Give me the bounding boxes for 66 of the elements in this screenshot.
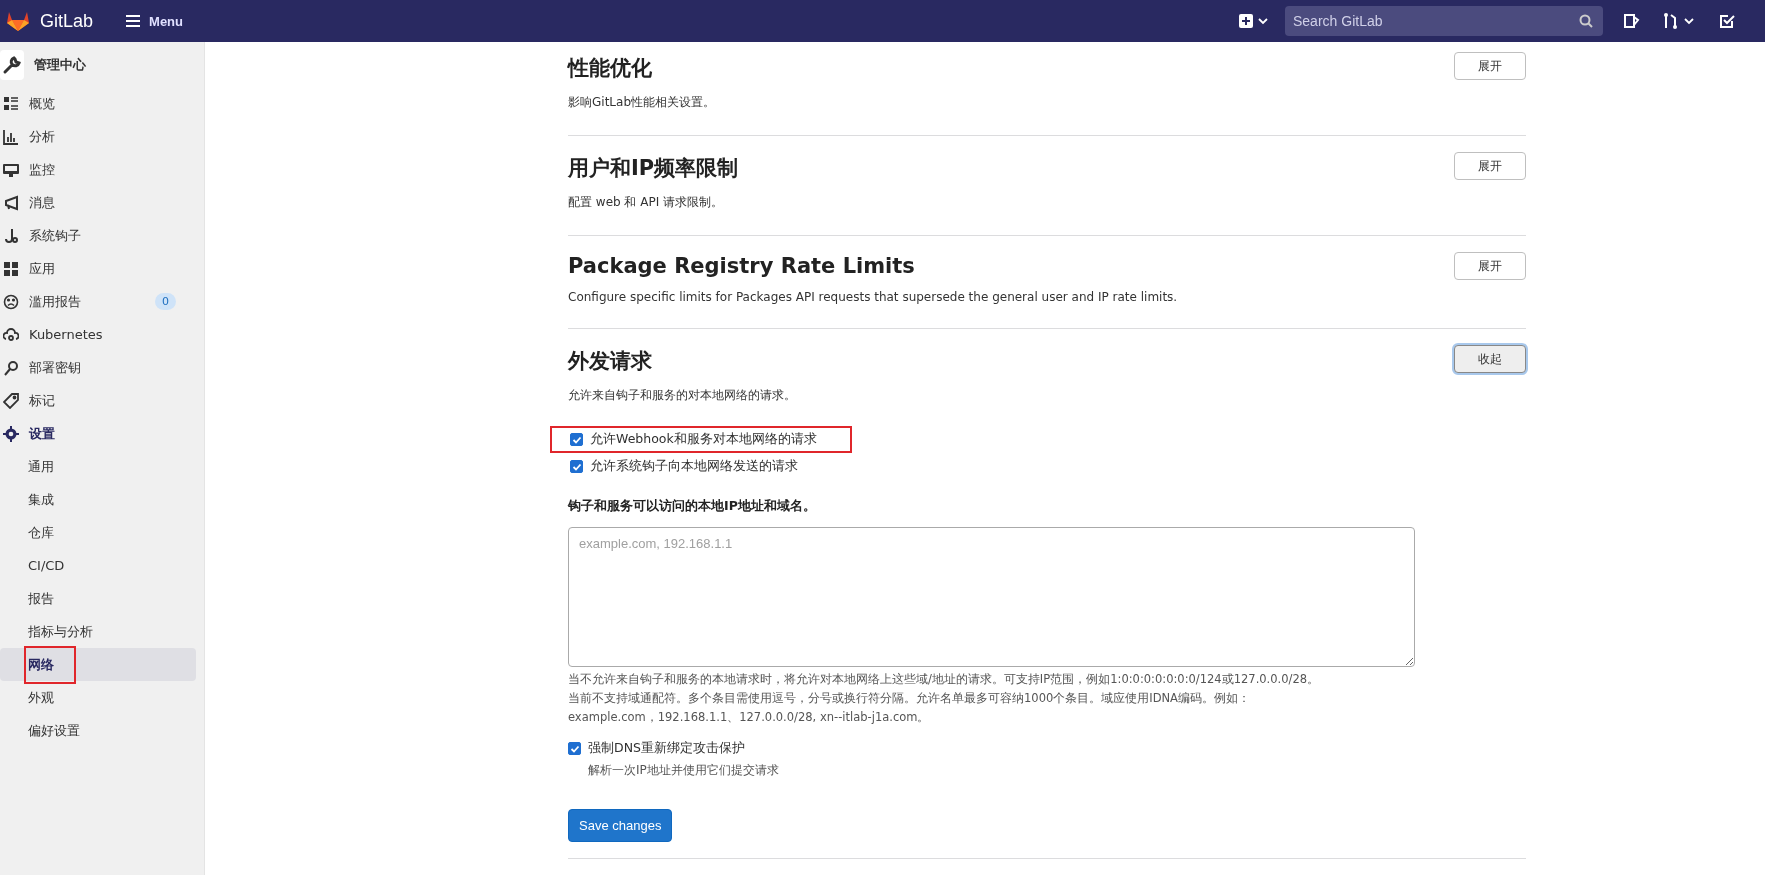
- apps-icon: [3, 260, 19, 277]
- sidebar-subitem[interactable]: CI/CD: [0, 549, 196, 582]
- sidebar-subitem[interactable]: 集成: [0, 483, 196, 516]
- section-description: 允许来自钩子和服务的对本地网络的请求。: [568, 387, 796, 404]
- monitor-icon: [3, 161, 19, 178]
- issues-icon[interactable]: [1623, 13, 1641, 29]
- toggle-button[interactable]: 收起: [1454, 345, 1526, 373]
- menu-icon: [125, 14, 142, 28]
- checkbox[interactable]: [568, 742, 581, 755]
- hook-icon: [3, 227, 19, 244]
- section-description: Configure specific limits for Packages API requests that supersede the general user and IP rate limits.: [568, 290, 1178, 304]
- section-title: 外发请求: [568, 348, 653, 375]
- section-description: 影响GitLab性能相关设置。: [568, 94, 715, 111]
- toggle-button[interactable]: 展开: [1454, 52, 1526, 80]
- sidebar-item[interactable]: 标记: [0, 384, 196, 417]
- checkbox-label: 允许Webhook和服务对本地网络的请求: [590, 431, 817, 448]
- sidebar-subitem[interactable]: 仓库: [0, 516, 196, 549]
- todo-icon[interactable]: [1719, 13, 1735, 29]
- sidebar-item[interactable]: 系统钩子: [0, 219, 196, 252]
- overview-icon: [3, 95, 19, 112]
- search-field[interactable]: Search GitLab: [1285, 6, 1603, 36]
- sidebar-item[interactable]: 分析: [0, 120, 196, 153]
- section-title: Package Registry Rate Limits: [568, 254, 916, 278]
- brand-name[interactable]: GitLab: [40, 10, 94, 32]
- save-button[interactable]: Save changes: [568, 809, 673, 842]
- menu-button[interactable]: Menu: [121, 9, 187, 33]
- sidebar-subitem[interactable]: 报告: [0, 582, 196, 615]
- sidebar-item[interactable]: Kubernetes: [0, 318, 196, 351]
- tag-icon: [3, 392, 19, 409]
- section-title: 性能优化: [568, 55, 653, 82]
- count-badge: 0: [155, 293, 176, 310]
- section-title: 用户和IP频率限制: [568, 155, 739, 182]
- field-label: 钩子和服务可以访问的本地IP地址和域名。: [568, 498, 817, 515]
- checkbox[interactable]: [570, 460, 583, 473]
- sidebar-item[interactable]: 部署密钥: [0, 351, 196, 384]
- help-text: 当前不支持域通配符。多个条目需使用逗号，分号或换行符分隔。允许名单最多可容纳1000个条目。域应使用IDNA编码。例如：: [568, 690, 1251, 707]
- sidebar-subitem[interactable]: 通用: [0, 450, 196, 483]
- sidebar-subitem[interactable]: 外观: [0, 681, 196, 714]
- face-icon: [3, 293, 19, 310]
- toggle-button[interactable]: 展开: [1454, 252, 1526, 280]
- search-icon: [1579, 14, 1593, 28]
- allowlist-input-field[interactable]: example.com, 192.168.1.1: [568, 527, 1415, 667]
- help-text: 当不允许来自钩子和服务的本地请求时，将允许对本地网络上这些域/地址的请求。可支持IP范围，例如1:0:0:0:0:0:0:0/124或127.0.0.0/28。: [568, 671, 1321, 688]
- help-text: 解析一次IP地址并使用它们提交请求: [588, 762, 780, 779]
- toggle-button[interactable]: 展开: [1454, 152, 1526, 180]
- sidebar-item[interactable]: 滥用报告 0: [0, 285, 196, 318]
- wrench-icon: [0, 50, 24, 80]
- megaphone-icon: [3, 194, 19, 211]
- sidebar-item[interactable]: 设置: [0, 417, 196, 450]
- sidebar-item[interactable]: 概览: [0, 87, 196, 120]
- checkbox-label: 允许系统钩子向本地网络发送的请求: [590, 458, 798, 475]
- fox-logo-icon[interactable]: [6, 10, 30, 32]
- chart-icon: [3, 128, 19, 145]
- sidebar-subitem[interactable]: 指标与分析: [0, 615, 196, 648]
- sidebar-subitem[interactable]: 网络: [0, 648, 196, 681]
- sidebar-item[interactable]: 监控: [0, 153, 196, 186]
- checkbox[interactable]: [570, 433, 583, 446]
- help-text: example.com，192.168.1.1、127.0.0.0/28, xn--itlab-j1a.com。: [568, 709, 931, 726]
- sidebar-item[interactable]: 应用: [0, 252, 196, 285]
- section-description: 配置 web 和 API 请求限制。: [568, 194, 725, 211]
- sidebar-item[interactable]: 消息: [0, 186, 196, 219]
- sidebar-subitem[interactable]: 偏好设置: [0, 714, 196, 747]
- sidebar-title: 管理中心: [34, 56, 86, 74]
- merge-request-icon[interactable]: [1663, 12, 1697, 30]
- checkbox-label: 强制DNS重新绑定攻击保护: [588, 740, 745, 757]
- cloud-icon: [3, 326, 19, 343]
